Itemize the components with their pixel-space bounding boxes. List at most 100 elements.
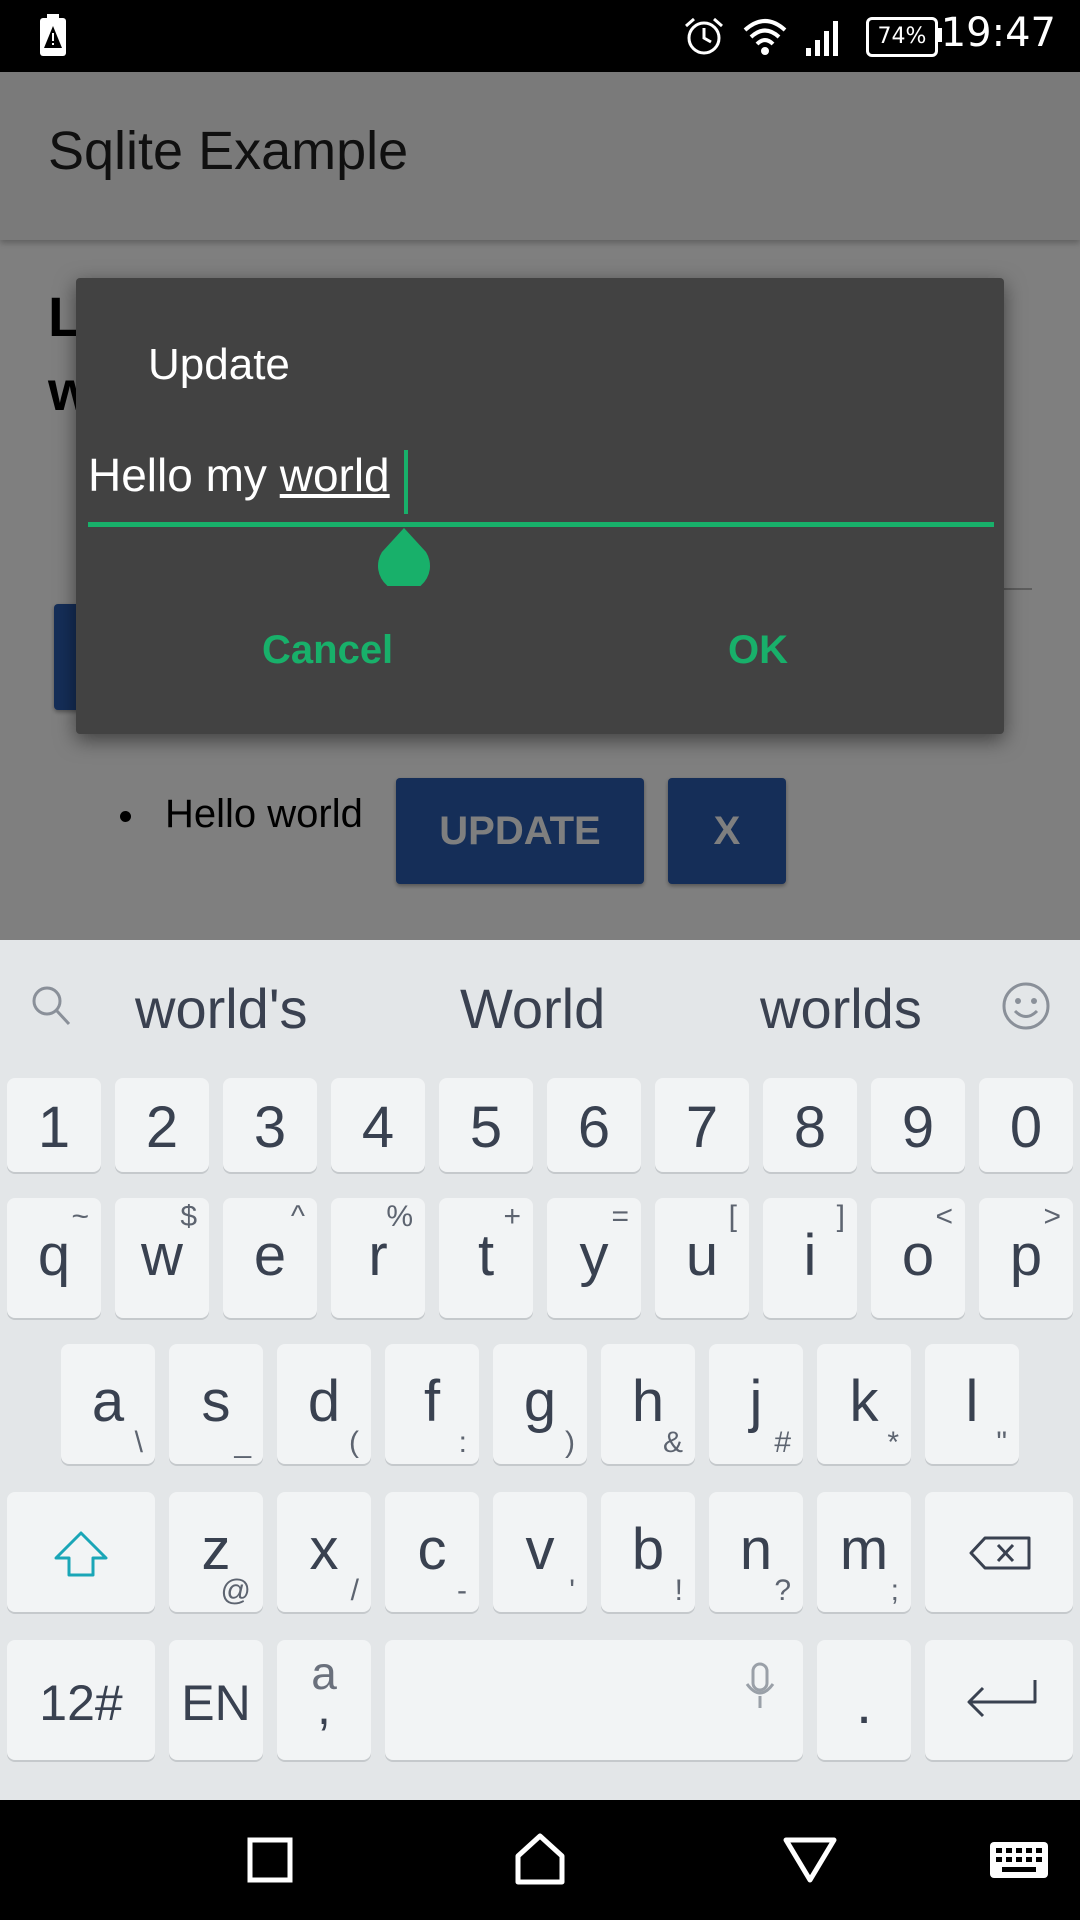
key-l-alt-label: " — [996, 1426, 1007, 1459]
key-0[interactable]: 0 — [979, 1078, 1073, 1172]
symbols-key-label: 12# — [39, 1675, 123, 1731]
key-z[interactable]: z @ — [169, 1492, 263, 1612]
key-g[interactable]: g) — [493, 1344, 587, 1464]
key-i[interactable]: i] — [763, 1198, 857, 1318]
key-a[interactable]: a \ — [61, 1344, 155, 1464]
key-7-label: 7 — [685, 1095, 719, 1160]
symbols-key[interactable]: 12# — [7, 1640, 155, 1760]
key-m-label: m — [839, 1517, 889, 1582]
key-6[interactable]: 6 — [547, 1078, 641, 1172]
key-j-alt-label: # — [774, 1426, 791, 1459]
key-i-alt-label: ] — [836, 1200, 845, 1233]
key-4[interactable]: 4 — [331, 1078, 425, 1172]
language-key-label: EN — [181, 1675, 251, 1731]
key-l-label: l — [965, 1369, 979, 1434]
key-t[interactable]: t + — [439, 1198, 533, 1318]
shift-icon — [54, 1531, 108, 1577]
key-7[interactable]: 7 — [655, 1078, 749, 1172]
input-composing-text: world — [279, 449, 390, 501]
key-3[interactable]: 3 — [223, 1078, 317, 1172]
key-s-label: s — [201, 1369, 231, 1434]
key-w-alt-label: $ — [180, 1200, 197, 1233]
key-e[interactable]: e ^ — [223, 1198, 317, 1318]
shift-key[interactable] — [7, 1492, 155, 1612]
battery-alert-icon — [40, 14, 66, 56]
input-text: Hello my — [88, 449, 280, 501]
key-s[interactable]: s _ — [169, 1344, 263, 1464]
keyboard-switch-icon[interactable] — [988, 1840, 1050, 1880]
key-v-alt-label: ' — [569, 1574, 575, 1607]
key-x[interactable]: x / — [277, 1492, 371, 1612]
key-x-label: x — [309, 1517, 339, 1582]
key-s-alt-label: _ — [234, 1426, 251, 1459]
key-z-label: z — [201, 1517, 231, 1582]
dialog-text-input[interactable]: Hello my world — [88, 448, 390, 502]
alarm-icon — [685, 17, 723, 55]
battery-level: 74% — [866, 17, 938, 57]
key-l[interactable]: l " — [925, 1344, 1019, 1464]
enter-icon — [967, 1680, 1037, 1718]
key-d[interactable]: d( — [277, 1344, 371, 1464]
key-f-alt-label: : — [458, 1426, 467, 1459]
key-n-alt-label: ? — [774, 1574, 791, 1607]
key-1-label: 1 — [37, 1095, 71, 1160]
key-9-label: 9 — [901, 1095, 935, 1160]
key-9[interactable]: 9 — [871, 1078, 965, 1172]
key-m-alt-label: ; — [890, 1574, 899, 1607]
cancel-button[interactable]: Cancel — [262, 628, 393, 673]
key-q-alt-label: ~ — [71, 1200, 89, 1233]
key-k[interactable]: k * — [817, 1344, 911, 1464]
key-u-alt-label: [ — [728, 1200, 737, 1233]
punctuation-key[interactable]: a, — [277, 1640, 371, 1760]
key-n-label: n — [739, 1517, 773, 1582]
update-dialog: Update Hello my world Cancel OK — [76, 278, 1004, 734]
key-t-alt-label: + — [503, 1200, 521, 1233]
key-p[interactable]: p > — [979, 1198, 1073, 1318]
input-underline — [88, 522, 994, 527]
cursor-handle[interactable] — [374, 526, 434, 586]
backspace-icon — [969, 1536, 1031, 1570]
back-icon[interactable] — [782, 1836, 838, 1884]
key-b[interactable]: b! — [601, 1492, 695, 1612]
language-key[interactable]: EN — [169, 1640, 263, 1760]
key-1[interactable]: 1 — [7, 1078, 101, 1172]
space-key[interactable] — [385, 1640, 803, 1760]
key-k-label: k — [849, 1369, 879, 1434]
key-2[interactable]: 2 — [115, 1078, 209, 1172]
key-8-label: 8 — [793, 1095, 827, 1160]
key-q[interactable]: q ~ — [7, 1198, 101, 1318]
key-z-alt-label: @ — [220, 1574, 251, 1607]
key-r-alt-label: % — [386, 1200, 413, 1233]
key-n[interactable]: n? — [709, 1492, 803, 1612]
key-u[interactable]: u[ — [655, 1198, 749, 1318]
key-5[interactable]: 5 — [439, 1078, 533, 1172]
key-area: 1 2 3 4 5 6 7 8 9 0 q ~ w $ e ^ r% t + y = u[i] o < p > a \ s _ d(f: g)… — [0, 940, 1080, 1800]
key-f[interactable]: f: — [385, 1344, 479, 1464]
key-c[interactable]: c- — [385, 1492, 479, 1612]
key-y[interactable]: y = — [547, 1198, 641, 1318]
key-w[interactable]: w $ — [115, 1198, 209, 1318]
enter-key[interactable] — [925, 1640, 1073, 1760]
key-j[interactable]: j # — [709, 1344, 803, 1464]
status-bar: 74% 19:47 — [0, 0, 1080, 72]
key-o[interactable]: o < — [871, 1198, 965, 1318]
home-icon[interactable] — [514, 1832, 566, 1886]
backspace-key[interactable] — [925, 1492, 1073, 1612]
key-r[interactable]: r% — [331, 1198, 425, 1318]
punctuation-key-comma: , — [317, 1679, 331, 1735]
key-b-label: b — [631, 1517, 665, 1582]
key-a-alt-label: \ — [134, 1426, 143, 1459]
key-g-alt-label: ) — [565, 1426, 575, 1459]
key-v[interactable]: v ' — [493, 1492, 587, 1612]
key-d-label: d — [307, 1369, 341, 1434]
recents-icon[interactable] — [246, 1836, 294, 1884]
dialog-title: Update — [148, 340, 290, 389]
key-v-label: v — [525, 1517, 555, 1582]
key-5-label: 5 — [469, 1095, 503, 1160]
key-8[interactable]: 8 — [763, 1078, 857, 1172]
key-m[interactable]: m; — [817, 1492, 911, 1612]
ok-button[interactable]: OK — [728, 628, 788, 673]
period-key[interactable]: . — [817, 1640, 911, 1760]
key-j-label: j — [749, 1369, 763, 1434]
key-h[interactable]: h & — [601, 1344, 695, 1464]
